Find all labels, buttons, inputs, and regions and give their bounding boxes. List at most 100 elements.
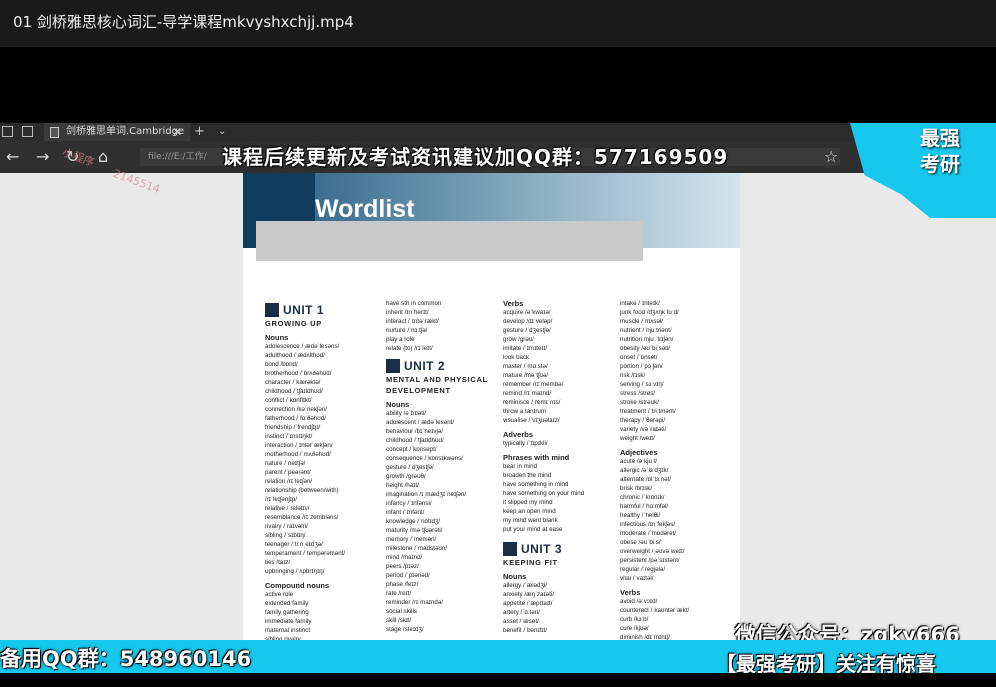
word-entry: muscle /ˈmʌsəl/ (620, 318, 663, 325)
section-heading: Nouns (503, 572, 527, 581)
word-entry: my mind went blank (503, 517, 558, 524)
home-icon: ⌂ (98, 147, 109, 166)
word-entry: cure /kjʊə/ (620, 625, 649, 632)
section-heading: Verbs (503, 299, 524, 308)
word-list: ability /əˈbɪləti/adolescent /ˌædəˈlesən… (386, 409, 496, 634)
word-entry: adolescence /ˌædəˈlesəns/ (265, 343, 340, 350)
word-entry: onset /ˈɒnset/ (620, 354, 658, 361)
word-entry: relative /ˈrelətɪv/ (265, 505, 310, 512)
word-entry: keep an open mind (503, 508, 556, 515)
word-entry: childhood /ˈtʃaɪldhʊd/ (265, 388, 323, 395)
video-frame[interactable]: 剑桥雅思单词.Cambridge ✕ + ⌄ ← → ↻ ⌂ file:///E… (0, 123, 996, 673)
player-title: 01 剑桥雅思核心词汇-导学课程mkvyshxchjj.mp4 (0, 0, 996, 47)
word-entry: milestone /ˈmaɪlstəʊn/ (386, 545, 448, 552)
back-icon: ← (6, 147, 20, 166)
word-entry: connection /kəˈnekʃən/ (265, 406, 327, 413)
word-entry: ties /taɪz/ (265, 559, 291, 566)
word-entry: alternate /ɒlˈtɜːnət/ (620, 476, 671, 483)
word-entry: nutrient /ˈnjuːtriənt/ (620, 327, 672, 334)
section-heading: Compound nouns (265, 581, 330, 590)
backup-qq-caption: 备用QQ群：548960146 (0, 647, 252, 671)
column-1: UNIT 1 GROWING UP Nouns adolescence /ˌæd… (265, 299, 375, 640)
word-entry: instinct /ˈɪnstɪŋkt/ (265, 433, 313, 440)
word-entry: immediate family (265, 618, 312, 625)
word-entry: intake /ˈɪnteɪk/ (620, 300, 660, 307)
word-entry: counteract /ˌkaʊntərˈækt/ (620, 607, 690, 614)
unit-subtitle: KEEPING FIT (503, 558, 558, 567)
word-entry: look back (503, 354, 530, 361)
word-entry: rivalry /ˈraɪvəlri/ (265, 523, 308, 530)
word-entry: reminisce /ˌremɪˈnɪs/ (503, 399, 561, 406)
unit-subtitle: GROWING UP (265, 319, 322, 328)
word-entry: appetite /ˈæpɪtaɪt/ (503, 600, 553, 607)
word-entry: mature /məˈtʃʊə/ (503, 372, 549, 379)
chevron-down-icon: ⌄ (218, 126, 227, 137)
word-entry: persistent /pəˈsɪstənt/ (620, 557, 680, 564)
word-entry: benefit /ˈbenɪfɪt/ (503, 627, 547, 634)
word-entry: remember /rɪˈmembə/ (503, 381, 564, 388)
word-entry: conflict /ˈkɒnflɪkt/ (265, 397, 312, 404)
word-list: acute /əˈkjuːt/allergic /əˈlɜːdʒɪk/alter… (620, 457, 735, 583)
section-heading: Phrases with mind (503, 453, 570, 462)
word-entry: fatherhood /ˈfɑːðəhʊd/ (265, 415, 326, 422)
word-entry: brotherhood /ˈbrʌðəhʊd/ (265, 370, 332, 377)
corner-text: 最强 考研 (920, 126, 960, 176)
word-entry: infectious /ɪnˈfekʃəs/ (620, 521, 676, 528)
word-entry: maturity /məˈtʃʊərəti/ (386, 527, 443, 534)
word-list: intake /ˈɪnteɪk/junk food /dʒʌŋk fuːd/mu… (620, 299, 735, 443)
column-2: have sth in common inherit /ɪnˈherɪt/inte… (386, 299, 496, 634)
unit-subtitle: DEVELOPMENT (386, 386, 451, 395)
column-4: intake /ˈɪnteɪk/junk food /dʒʌŋk fuːd/mu… (620, 299, 735, 640)
browser-tab: 剑桥雅思单词.Cambridge (44, 123, 190, 141)
new-tab-icon: + (194, 124, 205, 139)
word-entry: family gathering (265, 609, 309, 616)
word-list: adolescence /ˌædəˈlesəns/adulthood /ˈædʌ… (265, 342, 375, 576)
word-entry: allergy /ˈælədʒi/ (503, 582, 547, 589)
word-entry: artery /ˈɑːtəri/ (503, 609, 540, 616)
word-entry: have something in mind (503, 481, 569, 488)
word-entry: interaction /ˌɪntərˈækʃən/ (265, 442, 333, 449)
word-entry: healthy /ˈhelθi/ (620, 512, 661, 519)
word-entry: obesity /əʊˈbiːsəti/ (620, 345, 670, 352)
word-entry: junk food /dʒʌŋk fuːd/ (620, 309, 679, 316)
word-entry: rate /reɪt/ (386, 590, 412, 597)
word-list: bear in mind broaden the mind have somethi… (503, 462, 613, 534)
word-list: have sth in common inherit /ɪnˈherɪt/inte… (386, 299, 496, 353)
word-entry: phase /feɪz/ (386, 581, 419, 588)
word-entry: it slipped my mind (503, 499, 553, 506)
document-page: Wordlist UNIT 1 GROWING UP Nouns adolesc… (243, 173, 740, 640)
word-entry: have something on your mind (503, 490, 585, 497)
word-entry: treatment /ˈtriːtmənt/ (620, 408, 676, 415)
star-icon: ☆ (824, 147, 839, 166)
word-entry: grow /grəʊ/ (503, 336, 535, 343)
word-list: acquire /əˈkwaɪə/develop /dɪˈveləp/gestu… (503, 308, 613, 425)
section-heading: Nouns (386, 400, 410, 409)
unit-heading: UNIT 3 (503, 542, 613, 556)
word-entry: motherhood /ˈmʌðəhʊd/ (265, 451, 331, 458)
word-entry: throw a tantrum (503, 408, 546, 415)
word-entry: master /ˈmɑːstə/ (503, 363, 548, 370)
word-entry: upbringing /ˈʌpbrɪŋɪŋ/ (265, 568, 325, 575)
word-entry: sibling /ˈsɪblɪŋ/ (265, 532, 306, 539)
word-entry: infancy /ˈɪnfənsi/ (386, 500, 432, 507)
word-entry: regular /ˈregjələ/ (620, 566, 666, 573)
word-entry: infant /ˈɪnfənt/ (386, 509, 425, 516)
word-entry: peers /pɪəz/ (386, 563, 419, 570)
word-entry: typically /ˈtɪpɪkli/ (503, 440, 548, 447)
word-entry: put your mind at ease (503, 526, 563, 533)
tab-title: 剑桥雅思单词.Cambridge (66, 126, 185, 137)
word-entry: curb /kɜːb/ (620, 616, 649, 623)
close-icon: ✕ (172, 125, 183, 139)
word-entry: concept /ˈkɒnsept/ (386, 446, 437, 453)
word-list: allergy /ˈælədʒi/anxiety /æŋˈzaɪəti/appe… (503, 581, 613, 635)
video-player: 01 剑桥雅思核心词汇-导学课程mkvyshxchjj.mp4 剑桥雅思单词.C… (0, 0, 996, 687)
word-entry: teenager /ˈtiːnˌeɪdʒə/ (265, 541, 323, 548)
word-entry: serving /ˈsɜːvɪŋ/ (620, 381, 664, 388)
word-entry: visualise /ˈvɪʒuəlaɪz/ (503, 417, 560, 424)
word-entry: chronic /ˈkrɒnɪk/ (620, 494, 665, 501)
word-entry: stress /stres/ (620, 390, 656, 397)
section-heading: Adverbs (503, 430, 534, 439)
word-entry: relate (to) /rɪˈleɪt/ (386, 345, 433, 352)
word-entry: temperament /ˈtempərəmənt/ (265, 550, 346, 557)
word-entry: brisk /brɪsk/ (620, 485, 653, 492)
